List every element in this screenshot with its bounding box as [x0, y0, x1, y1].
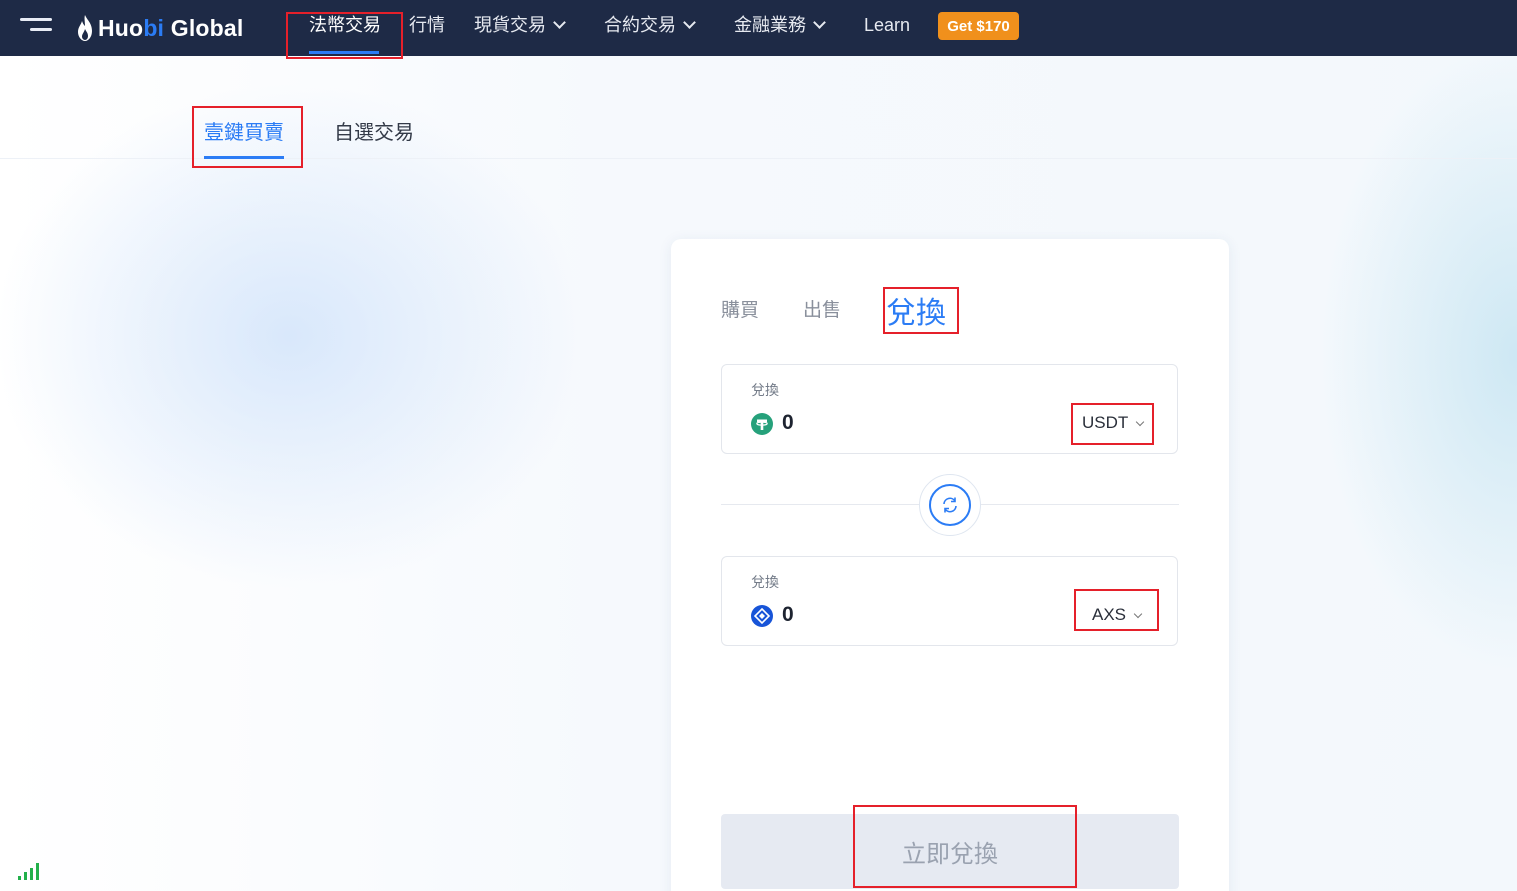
- nav-item-spot-trading[interactable]: 現貨交易: [474, 0, 566, 56]
- from-amount-input[interactable]: 0: [782, 411, 794, 435]
- chevron-down-icon: [1136, 417, 1145, 427]
- promo-button[interactable]: Get $170: [938, 12, 1019, 40]
- tab-convert[interactable]: 兌換: [886, 288, 946, 332]
- tab-buy[interactable]: 購買: [721, 295, 759, 322]
- convert-to-field[interactable]: 兌換 0 AXS: [721, 556, 1178, 646]
- tether-icon: [751, 413, 773, 435]
- subtab-quick-trade[interactable]: 壹鍵買賣: [204, 116, 284, 145]
- tab-sell[interactable]: 出售: [803, 295, 841, 322]
- menu-icon[interactable]: [20, 16, 54, 38]
- swap-icon: [929, 484, 971, 526]
- logo-text: Huobi Global: [98, 14, 244, 41]
- flame-icon: [78, 15, 92, 41]
- chevron-down-icon: [1133, 609, 1143, 619]
- nav-item-markets[interactable]: 行情: [409, 0, 445, 56]
- from-label: 兌換: [751, 382, 779, 398]
- nav-item-finance[interactable]: 金融業務: [734, 0, 826, 56]
- axie-icon: [751, 605, 773, 627]
- chevron-down-icon: [553, 16, 566, 29]
- nav-item-fiat-trading[interactable]: 法幣交易: [309, 0, 381, 56]
- nav-item-learn[interactable]: Learn: [864, 0, 910, 56]
- to-amount-input[interactable]: 0: [782, 603, 794, 627]
- swap-direction-button[interactable]: [919, 474, 981, 536]
- signal-strength-icon: [18, 862, 42, 880]
- to-label: 兌換: [751, 574, 779, 590]
- convert-now-button[interactable]: 立即兌換: [721, 814, 1179, 889]
- nav-item-contract-trading[interactable]: 合約交易: [604, 0, 696, 56]
- subtab-active-underline: [204, 156, 284, 159]
- from-coin-select[interactable]: USDT: [1082, 413, 1145, 433]
- chevron-down-icon: [683, 16, 696, 29]
- nav-active-underline: [309, 51, 379, 54]
- chevron-down-icon: [813, 16, 826, 29]
- convert-from-field[interactable]: 兌換 0 USDT: [721, 364, 1178, 454]
- subtab-custom-trade[interactable]: 自選交易: [334, 116, 414, 145]
- top-navbar: Huobi Global 法幣交易 行情 現貨交易 合約交易 金融業務 Lear…: [0, 0, 1517, 56]
- huobi-logo[interactable]: Huobi Global: [76, 12, 244, 44]
- to-coin-select[interactable]: AXS: [1092, 605, 1143, 625]
